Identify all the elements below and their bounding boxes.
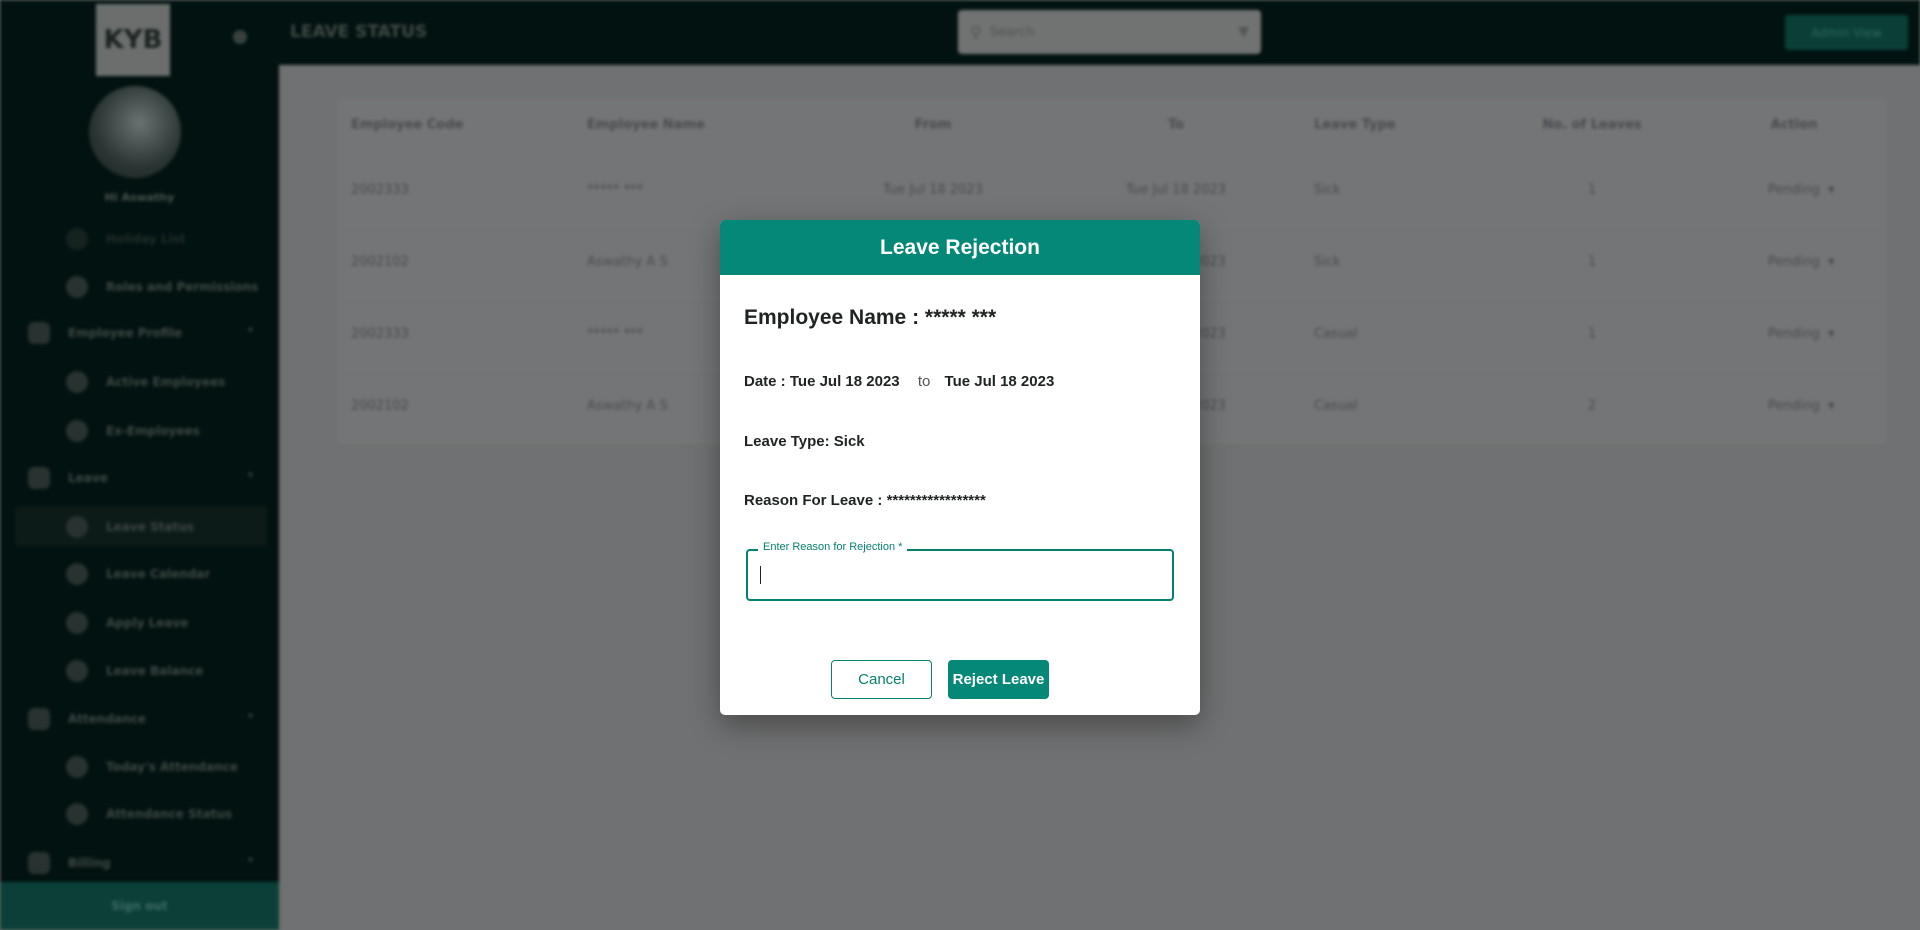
leave-type-line: Leave Type: Sick [744, 433, 865, 450]
reason-label: Reason For Leave : [744, 492, 883, 509]
reject-leave-button[interactable]: Reject Leave [948, 660, 1049, 699]
cancel-button[interactable]: Cancel [831, 660, 932, 699]
text-caret [760, 566, 761, 584]
employee-name-label: Employee Name : [744, 306, 920, 329]
date-to-word: to [917, 373, 931, 390]
date-from: Tue Jul 18 2023 [789, 373, 900, 390]
reason-line: Reason For Leave : ***************** [744, 492, 986, 509]
employee-name-line: Employee Name : ***** *** [744, 306, 996, 330]
leave-rejection-dialog: Leave Rejection Employee Name : ***** **… [720, 220, 1200, 715]
date-to: Tue Jul 18 2023 [944, 373, 1055, 390]
reason-value: ***************** [886, 492, 986, 509]
leave-type-value: Sick [833, 433, 865, 450]
date-label: Date : [744, 373, 786, 390]
dialog-title: Leave Rejection [720, 220, 1200, 275]
rejection-reason-input[interactable] [748, 551, 1172, 599]
date-line: Date : Tue Jul 18 2023 to Tue Jul 18 202… [744, 373, 1054, 390]
leave-type-label: Leave Type: [744, 433, 830, 450]
rejection-reason-field[interactable]: Enter Reason for Rejection * [746, 541, 1174, 601]
employee-name-value: ***** *** [924, 306, 997, 329]
